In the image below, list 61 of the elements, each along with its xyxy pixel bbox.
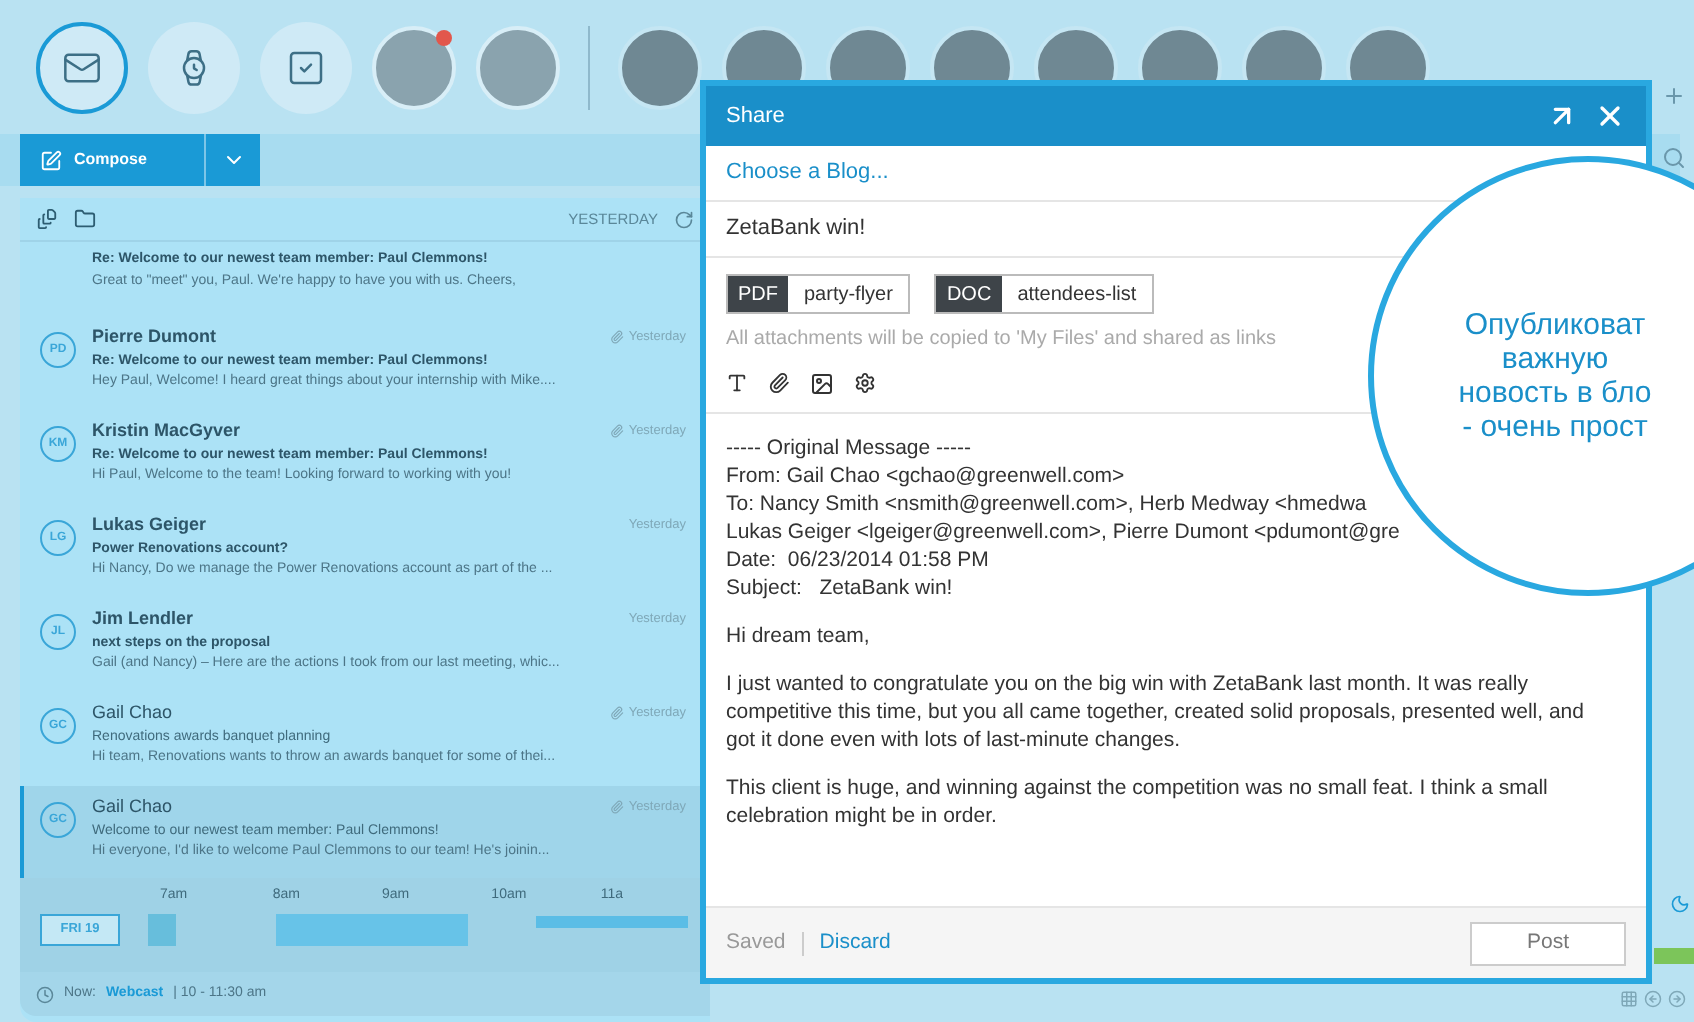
attachment-chip[interactable]: PDF party-flyer: [726, 274, 911, 314]
text-format-icon[interactable]: [726, 372, 748, 394]
choose-blog-link[interactable]: Choose a Blog...: [726, 156, 889, 190]
pen-icon: [40, 149, 62, 171]
envelope-icon: [62, 47, 102, 87]
contact-avatar[interactable]: [372, 25, 456, 109]
subject-field[interactable]: ZetaBank win!: [706, 202, 1346, 256]
moon-icon: [1670, 894, 1690, 914]
contact-avatar[interactable]: [618, 25, 702, 109]
attachment-chip[interactable]: DOC attendees-list: [934, 274, 1155, 314]
sender-name: Gail Chao: [92, 794, 175, 820]
refresh-icon[interactable]: [674, 209, 694, 229]
app-tab[interactable]: [148, 21, 240, 113]
dialog-title: Share: [726, 101, 787, 132]
file-type: PDF: [728, 276, 788, 312]
compose-menu-button[interactable]: [204, 134, 260, 186]
contact-avatar[interactable]: [476, 25, 560, 109]
attachment-note: All attachments will be copied to 'My Files' and shared as links: [726, 326, 1277, 354]
message-header-line: Lukas Geiger <lgeiger@greenwell.com>, Pierre Dumont <pdumont@gre: [726, 518, 1402, 546]
callout-text: важную: [1499, 342, 1611, 376]
sender-name: Gail Chao: [92, 700, 175, 726]
saved-status: Saved: [726, 927, 786, 958]
message-header-line: To: Nancy Smith <nsmith@greenwell.com>, Herb Medway <hmedwa: [726, 490, 1369, 518]
folder-icon[interactable]: [74, 208, 96, 230]
add-icon[interactable]: [1662, 84, 1686, 108]
sender-name: Lukas Geiger: [92, 512, 209, 538]
message-header-line: Subject: ZetaBank win!: [726, 574, 955, 602]
discard-button[interactable]: Discard: [819, 927, 891, 959]
callout-text: Опубликоват: [1462, 308, 1648, 342]
event-bar: [1654, 948, 1694, 964]
message-paragraph: This client is huge, and winning against the competition was no small feat. I think a small celebration might be in order.: [726, 774, 1550, 830]
grid-icon[interactable]: [1620, 990, 1638, 1008]
sender-name: Pierre Dumont: [92, 324, 219, 350]
compose-button[interactable]: Compose: [20, 134, 204, 186]
callout-text: - очень прост: [1460, 410, 1650, 444]
post-button[interactable]: Post: [1470, 921, 1626, 965]
paperclip-icon: [610, 330, 625, 345]
message-header-line: ----- Original Message -----: [726, 434, 974, 462]
message-header-line: From: Gail Chao <gchao@greenwell.com>: [726, 462, 1127, 490]
paperclip-icon: [610, 424, 625, 439]
settings-icon[interactable]: [854, 372, 876, 394]
file-name: attendees-list: [1015, 281, 1139, 309]
sender-name: Kristin MacGyver: [92, 418, 243, 444]
message-paragraph: I just wanted to congratulate you on the big win with ZetaBank last month. It was really competitive this time, but you all came together, created solid proposals, presented well, and got it done even with lots of last-minute changes.: [726, 670, 1586, 754]
sender-name: Jim Lendler: [92, 606, 196, 632]
callout-text: новость в бло: [1456, 376, 1654, 410]
paperclip-icon[interactable]: [768, 372, 790, 394]
paperclip-icon: [610, 800, 625, 815]
file-type: DOC: [936, 276, 1002, 312]
message-paragraph: Hi dream team,: [726, 622, 872, 650]
close-icon[interactable]: [1594, 100, 1626, 132]
paperclip-icon: [610, 706, 625, 721]
clock-icon: [36, 985, 54, 1003]
message-header-line: Date: 06/23/2014 01:58 PM: [726, 546, 991, 574]
file-name: party-flyer: [802, 281, 895, 309]
app-tab[interactable]: [36, 21, 128, 113]
stack-icon[interactable]: [36, 208, 58, 230]
checkbox-icon: [286, 47, 326, 87]
app-tab[interactable]: [260, 21, 352, 113]
image-icon[interactable]: [810, 371, 834, 395]
search-icon[interactable]: [1662, 146, 1686, 170]
